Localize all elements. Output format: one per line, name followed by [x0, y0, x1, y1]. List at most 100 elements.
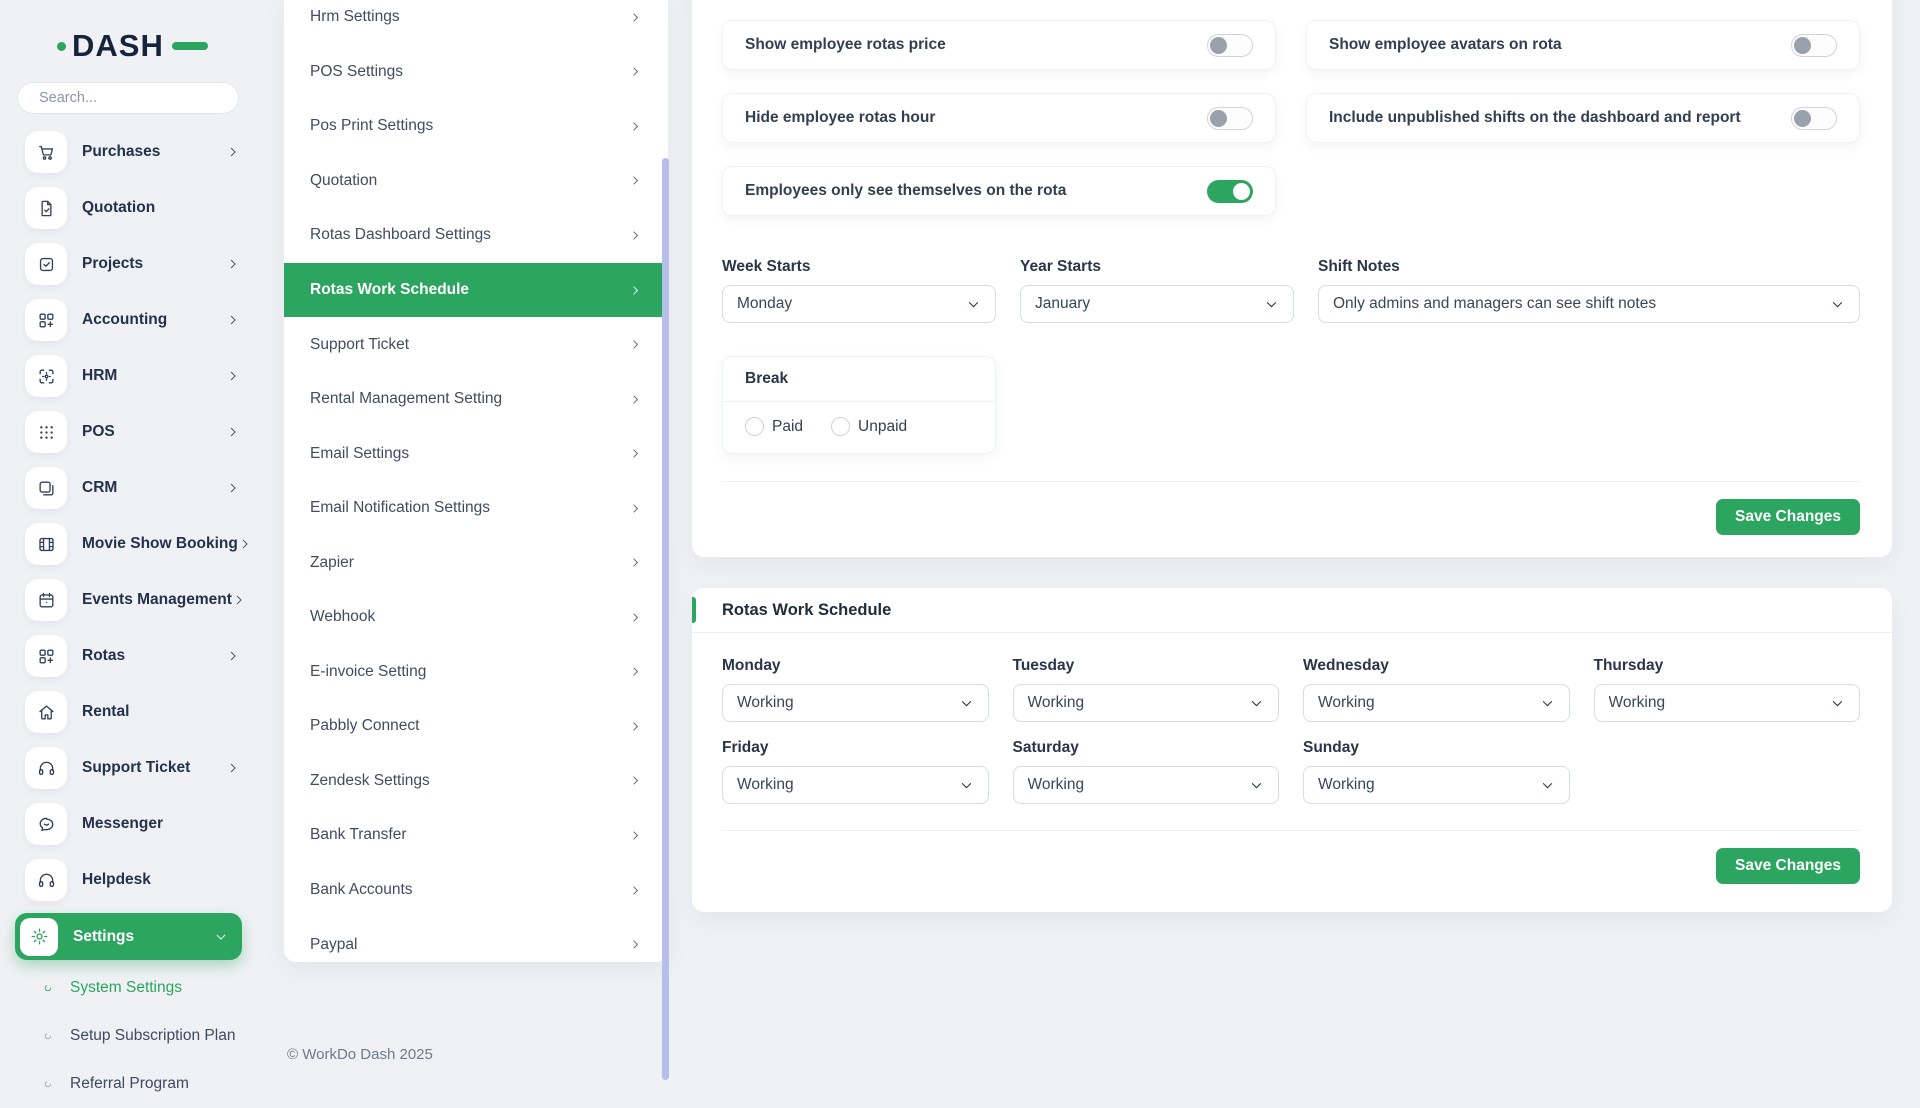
day-field-wednesday: Wednesday Working — [1303, 657, 1570, 722]
chevron-down-icon — [1830, 696, 1845, 711]
chevron-right-icon — [629, 720, 642, 733]
settings-menu-item-webhook[interactable]: Webhook — [284, 590, 668, 645]
schedule-footer: Save Changes — [722, 830, 1860, 884]
settings-menu-item-zendesk-settings[interactable]: Zendesk Settings — [284, 754, 668, 809]
sidebar-item-support-ticket[interactable]: Support Ticket — [0, 740, 258, 796]
toggle-employees-only-see-themselves[interactable] — [1207, 180, 1253, 203]
saturday-select[interactable]: Working — [1013, 766, 1280, 804]
monday-select[interactable]: Working — [722, 684, 989, 722]
settings-menu-item-zapier[interactable]: Zapier — [284, 535, 668, 590]
settings-menu-item-rental-management-setting[interactable]: Rental Management Setting — [284, 372, 668, 427]
headset-icon — [25, 859, 67, 901]
sidebar: DASH Purchases Quotation Projects Accoun… — [0, 0, 258, 1080]
chevron-down-icon — [959, 696, 974, 711]
chevron-right-icon — [226, 481, 240, 495]
copyright-text: © WorkDo Dash 2025 — [287, 1046, 433, 1063]
settings-menu-item-e-invoice-setting[interactable]: E-invoice Setting — [284, 645, 668, 700]
settings-menu-item-pabbly-connect[interactable]: Pabbly Connect — [284, 699, 668, 754]
toggle-show-employee-rotas-price[interactable] — [1207, 34, 1253, 57]
chevron-right-icon — [232, 593, 246, 607]
chevron-right-icon — [226, 145, 240, 159]
settings-menu-item-paypal[interactable]: Paypal — [284, 917, 668, 962]
shift-notes-field: Shift Notes Only admins and managers can… — [1318, 258, 1860, 323]
chevron-down-icon — [966, 297, 981, 312]
settings-menu-item-hrm-settings[interactable]: Hrm Settings — [284, 0, 668, 45]
sidebar-item-crm[interactable]: CRM — [0, 460, 258, 516]
sidebar-item-pos[interactable]: POS — [0, 404, 258, 460]
chevron-down-icon — [214, 930, 228, 944]
rota-settings-footer: Save Changes — [722, 481, 1860, 535]
sidebar-item-quotation[interactable]: Quotation — [0, 180, 258, 236]
year-starts-select[interactable]: January — [1020, 285, 1294, 323]
save-changes-button[interactable]: Save Changes — [1716, 848, 1860, 884]
toggle-include-unpublished-shifts[interactable] — [1791, 107, 1837, 130]
week-starts-field: Week Starts Monday — [722, 258, 996, 323]
chevron-right-icon — [629, 938, 642, 951]
settings-menu-scrollbar[interactable] — [662, 158, 669, 1080]
break-unpaid-option[interactable]: Unpaid — [831, 417, 907, 436]
frames-icon — [25, 467, 67, 509]
break-card: Break Paid Unpaid — [722, 356, 996, 454]
logo-dash-bar — [172, 42, 208, 50]
sidebar-subitem-referral-program[interactable]: Referral Program — [0, 1060, 258, 1108]
scan-icon — [25, 355, 67, 397]
sidebar-item-accounting[interactable]: Accounting — [0, 292, 258, 348]
bullet-circle-icon — [42, 1030, 54, 1042]
gear-icon — [20, 918, 58, 956]
logo-text: DASH — [72, 28, 164, 64]
day-field-monday: Monday Working — [722, 657, 989, 722]
week-starts-select[interactable]: Monday — [722, 285, 996, 323]
settings-menu-item-pos-print-settings[interactable]: Pos Print Settings — [284, 99, 668, 154]
thursday-select[interactable]: Working — [1594, 684, 1861, 722]
app-logo[interactable]: DASH — [57, 28, 208, 64]
chat-icon — [25, 803, 67, 845]
settings-menu-item-quotation[interactable]: Quotation — [284, 154, 668, 209]
toggle-show-employee-avatars[interactable] — [1791, 34, 1837, 57]
sidebar-subitem-setup-subscription-plan[interactable]: Setup Subscription Plan — [0, 1012, 258, 1060]
settings-menu-item-pos-settings[interactable]: POS Settings — [284, 45, 668, 100]
settings-menu-item-bank-accounts[interactable]: Bank Accounts — [284, 863, 668, 918]
bullet-circle-icon — [42, 982, 54, 994]
calendar-icon — [25, 579, 67, 621]
sidebar-item-rental[interactable]: Rental — [0, 684, 258, 740]
sidebar-item-events-management[interactable]: Events Management — [0, 572, 258, 628]
shift-notes-select[interactable]: Only admins and managers can see shift n… — [1318, 285, 1860, 323]
sidebar-item-settings[interactable]: Settings — [15, 913, 242, 960]
settings-menu-item-rotas-dashboard-settings[interactable]: Rotas Dashboard Settings — [284, 208, 668, 263]
settings-menu-item-bank-transfer[interactable]: Bank Transfer — [284, 808, 668, 863]
sidebar-item-hrm[interactable]: HRM — [0, 348, 258, 404]
toggle-knob — [1794, 37, 1811, 54]
settings-menu-item-email-settings[interactable]: Email Settings — [284, 426, 668, 481]
friday-select[interactable]: Working — [722, 766, 989, 804]
day-field-saturday: Saturday Working — [1013, 739, 1280, 804]
sidebar-item-projects[interactable]: Projects — [0, 236, 258, 292]
chevron-right-icon — [226, 649, 240, 663]
toggle-knob — [1233, 183, 1250, 200]
toggle-row-show-employee-avatars: Show employee avatars on rota — [1306, 20, 1860, 70]
radio-icon — [831, 417, 850, 436]
year-starts-label: Year Starts — [1020, 258, 1294, 276]
wednesday-select[interactable]: Working — [1303, 684, 1570, 722]
settings-menu-item-email-notification-settings[interactable]: Email Notification Settings — [284, 481, 668, 536]
sunday-select[interactable]: Working — [1303, 766, 1570, 804]
settings-menu-item-support-ticket[interactable]: Support Ticket — [284, 317, 668, 372]
toggle-row-include-unpublished-shifts: Include unpublished shifts on the dashbo… — [1306, 93, 1860, 143]
day-field-friday: Friday Working — [722, 739, 989, 804]
chevron-down-icon — [1830, 297, 1845, 312]
chevron-right-icon — [629, 284, 642, 297]
sidebar-item-rotas[interactable]: Rotas — [0, 628, 258, 684]
toggle-hide-employee-rotas-hour[interactable] — [1207, 107, 1253, 130]
sidebar-item-purchases[interactable]: Purchases — [0, 124, 258, 180]
sidebar-item-movie-show-booking[interactable]: Movie Show Booking — [0, 516, 258, 572]
search-icon — [30, 91, 31, 106]
chevron-right-icon — [226, 369, 240, 383]
search-input[interactable] — [39, 90, 226, 106]
sidebar-item-messenger[interactable]: Messenger — [0, 796, 258, 852]
logo-dot — [57, 42, 66, 51]
save-changes-button[interactable]: Save Changes — [1716, 499, 1860, 535]
sidebar-item-helpdesk[interactable]: Helpdesk — [0, 852, 258, 908]
sidebar-subitem-system-settings[interactable]: System Settings — [0, 964, 258, 1012]
break-paid-option[interactable]: Paid — [745, 417, 803, 436]
settings-menu-item-rotas-work-schedule[interactable]: Rotas Work Schedule — [284, 263, 668, 318]
tuesday-select[interactable]: Working — [1013, 684, 1280, 722]
